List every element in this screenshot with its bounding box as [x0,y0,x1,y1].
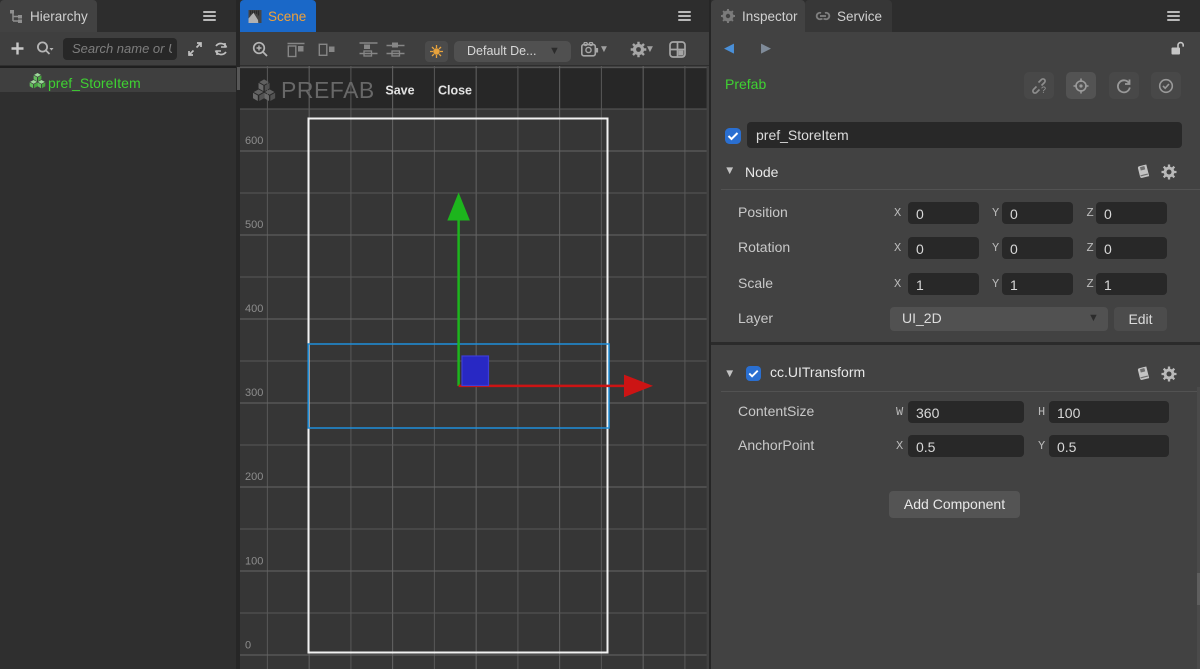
svg-text:200: 200 [245,471,263,483]
svg-text:?: ? [1041,85,1046,94]
svg-text:600: 600 [245,135,263,147]
svg-text:PREFAB: PREFAB [281,77,375,103]
svg-text:500: 500 [245,219,263,231]
svg-text:Close: Close [438,84,472,98]
svg-text:100: 100 [245,556,263,568]
svg-text:400: 400 [245,303,263,315]
svg-text:300: 300 [245,387,263,399]
svg-text:0: 0 [245,640,251,652]
svg-text:Save: Save [385,84,414,98]
